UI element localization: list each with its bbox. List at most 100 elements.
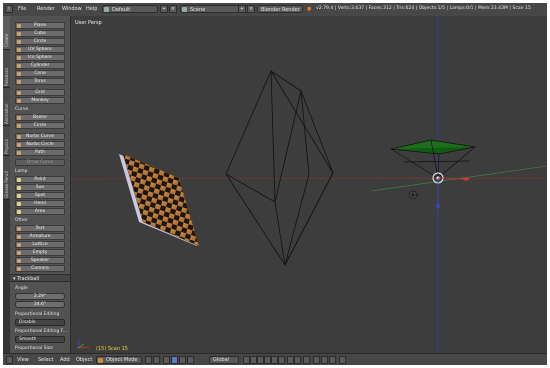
mesh-torus-icon bbox=[17, 80, 21, 84]
render-preview-button[interactable] bbox=[339, 356, 346, 364]
layout-icon bbox=[104, 7, 109, 12]
screen-layout-select[interactable]: Default bbox=[102, 5, 158, 13]
layer-button-1[interactable] bbox=[243, 356, 250, 364]
camera-wireframe[interactable] bbox=[390, 139, 476, 179]
add-bezier-circle-button[interactable]: Circle bbox=[15, 122, 65, 129]
add-spot-lamp-button[interactable]: Spot bbox=[15, 192, 65, 199]
add-path-button[interactable]: Path bbox=[15, 149, 65, 156]
armature-icon bbox=[17, 235, 21, 239]
scene-label: Scene bbox=[190, 7, 206, 13]
add-area-lamp-button[interactable]: Area bbox=[15, 208, 65, 215]
screen-layout-label: Default bbox=[112, 7, 131, 13]
menu-view[interactable]: View bbox=[17, 356, 29, 364]
layer-button-6[interactable] bbox=[278, 356, 285, 364]
wireframe-object[interactable] bbox=[225, 70, 334, 266]
lock-layers-button[interactable] bbox=[303, 356, 310, 364]
add-nurbs-circle-button[interactable]: Nurbs Circle bbox=[15, 141, 65, 148]
menu-file[interactable]: File bbox=[18, 5, 26, 13]
3d-viewport[interactable]: User Persp (15) Scan 15 bbox=[71, 16, 547, 353]
remove-layout-button[interactable]: × bbox=[169, 5, 177, 13]
layer-button-7[interactable] bbox=[287, 356, 294, 364]
proportional-edit-button[interactable] bbox=[313, 356, 320, 364]
scale-manipulator-button[interactable] bbox=[187, 356, 194, 364]
other-heading: Other bbox=[15, 218, 28, 223]
transform-manipulator[interactable] bbox=[432, 172, 469, 209]
add-hemi-lamp-button[interactable]: Hemi bbox=[15, 200, 65, 207]
add-layout-button[interactable]: + bbox=[160, 5, 168, 13]
trackball-panel-header[interactable]: ▾ Trackball bbox=[10, 274, 70, 282]
angle-x-field[interactable]: 2.29° bbox=[15, 293, 65, 300]
layer-button-5[interactable] bbox=[271, 356, 278, 364]
add-circle-button[interactable]: Circle bbox=[15, 38, 65, 45]
add-bezier-button[interactable]: Bezier bbox=[15, 114, 65, 121]
tab-physics[interactable]: Physics bbox=[3, 126, 10, 156]
mesh-cube-icon bbox=[17, 32, 21, 36]
angle-y-field[interactable]: 34.6° bbox=[15, 301, 65, 308]
viewport-shading-button[interactable] bbox=[145, 356, 152, 364]
proportional-editing-label: Proportional Editing bbox=[15, 312, 60, 317]
add-torus-button[interactable]: Torus bbox=[15, 78, 65, 85]
tab-relations[interactable]: Relations bbox=[3, 50, 10, 88]
add-uv-sphere-button[interactable]: UV Sphere bbox=[15, 46, 65, 53]
add-cone-button[interactable]: Cone bbox=[15, 70, 65, 77]
menu-object[interactable]: Object bbox=[76, 356, 92, 364]
add-cylinder-button[interactable]: Cylinder bbox=[15, 62, 65, 69]
3d-cursor-icon[interactable] bbox=[408, 190, 418, 200]
add-monkey-button[interactable]: Monkey bbox=[15, 97, 65, 104]
draw-curve-button[interactable]: Draw Curve bbox=[15, 159, 65, 166]
manipulator-toggle-button[interactable] bbox=[163, 356, 170, 364]
proportional-editing-select[interactable]: Disable bbox=[15, 319, 65, 326]
lattice-icon bbox=[17, 243, 21, 247]
snap-element-button[interactable] bbox=[329, 356, 336, 364]
add-armature-button[interactable]: Armature bbox=[15, 233, 65, 240]
rotate-manipulator-button[interactable] bbox=[179, 356, 186, 364]
checkerboard-plane[interactable] bbox=[119, 153, 200, 247]
pivot-point-button[interactable] bbox=[153, 356, 160, 364]
add-text-button[interactable]: Text bbox=[15, 225, 65, 232]
lamp-area-icon bbox=[17, 210, 21, 214]
transform-orientation-select[interactable]: Global bbox=[209, 356, 239, 364]
layer-button-3[interactable] bbox=[257, 356, 264, 364]
scene-icon bbox=[182, 7, 187, 12]
lamp-hemi-icon bbox=[17, 202, 21, 206]
mesh-cone-icon bbox=[17, 72, 21, 76]
snap-toggle-button[interactable] bbox=[321, 356, 328, 364]
lamp-spot-icon bbox=[17, 194, 21, 198]
layer-button-2[interactable] bbox=[250, 356, 257, 364]
add-speaker-button[interactable]: Speaker bbox=[15, 257, 65, 264]
tab-grease-pencil[interactable]: Grease Pencil bbox=[3, 156, 10, 200]
menu-window[interactable]: Window bbox=[62, 5, 82, 13]
editor-type-button[interactable] bbox=[6, 356, 13, 364]
curve-nurbs-icon bbox=[17, 135, 21, 139]
lamp-sun-icon bbox=[17, 186, 21, 190]
add-empty-button[interactable]: Empty bbox=[15, 249, 65, 256]
mode-select[interactable]: Object Mode bbox=[96, 356, 142, 364]
translate-manipulator-button[interactable] bbox=[171, 356, 178, 364]
curve-bezier-icon bbox=[17, 116, 21, 120]
menu-select[interactable]: Select bbox=[38, 356, 53, 364]
layer-button-4[interactable] bbox=[264, 356, 271, 364]
add-ico-sphere-button[interactable]: Ico Sphere bbox=[15, 54, 65, 61]
menu-render[interactable]: Render bbox=[37, 5, 55, 13]
layer-button-8[interactable] bbox=[294, 356, 301, 364]
add-camera-button[interactable]: Camera bbox=[15, 265, 65, 272]
lamp-point-icon bbox=[17, 178, 21, 182]
add-sun-lamp-button[interactable]: Sun bbox=[15, 184, 65, 191]
menu-add[interactable]: Add bbox=[60, 356, 70, 364]
add-lattice-button[interactable]: Lattice bbox=[15, 241, 65, 248]
mesh-grid-icon bbox=[17, 91, 21, 95]
menu-help[interactable]: Help bbox=[86, 5, 97, 13]
add-plane-button[interactable]: Plane bbox=[15, 22, 65, 29]
add-scene-button[interactable]: + bbox=[238, 5, 246, 13]
tab-create[interactable]: Create bbox=[3, 16, 10, 50]
mesh-uvsphere-icon bbox=[17, 48, 21, 52]
editor-type-icon[interactable]: i bbox=[5, 5, 13, 13]
add-grid-button[interactable]: Grid bbox=[15, 89, 65, 96]
proportional-falloff-select[interactable]: Smooth bbox=[15, 336, 65, 343]
remove-scene-button[interactable]: × bbox=[247, 5, 255, 13]
add-cube-button[interactable]: Cube bbox=[15, 30, 65, 37]
add-nurbs-curve-button[interactable]: Nurbs Curve bbox=[15, 133, 65, 140]
add-point-lamp-button[interactable]: Point bbox=[15, 176, 65, 183]
tab-animation[interactable]: Animation bbox=[3, 88, 10, 126]
render-engine-select[interactable]: Blender Render bbox=[257, 5, 303, 13]
